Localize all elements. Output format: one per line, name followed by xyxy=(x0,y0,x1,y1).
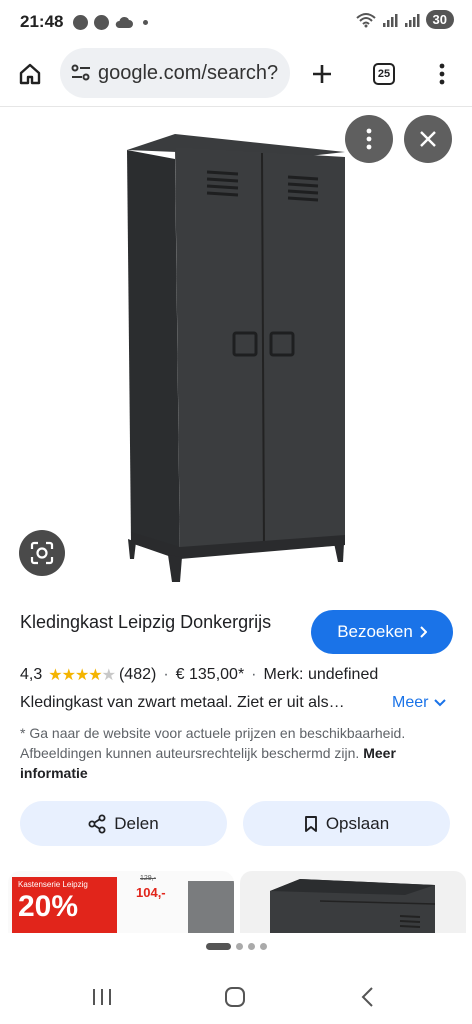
product-image-area xyxy=(0,107,472,597)
back-icon xyxy=(361,987,373,1007)
promo-old-price: 129,- xyxy=(140,875,156,882)
product-description: Kledingkast van zwart metaal. Ziet er ui… xyxy=(20,694,345,711)
chrome-icon xyxy=(73,14,89,30)
app-notification-icon xyxy=(94,14,110,30)
more-label: Meer xyxy=(392,694,429,711)
browser-toolbar: google.com/search? 25 xyxy=(0,44,472,104)
status-bar: 21:48 30 xyxy=(0,0,472,44)
product-title: Kledingkast Leipzig Donkergrijs xyxy=(20,612,272,632)
more-vert-icon xyxy=(366,128,372,150)
share-icon xyxy=(88,814,106,833)
signal-icon-2 xyxy=(404,13,420,27)
brand: Merk: undefined xyxy=(263,666,379,683)
more-notifications-icon xyxy=(143,19,149,25)
tab-switcher-button[interactable]: 25 xyxy=(364,54,404,94)
wardrobe-thumbnail xyxy=(270,879,436,933)
disclaimer-text: * Ga naar de website voor actuele prijze… xyxy=(20,725,406,761)
rating-row: 4,3 ★★★★★ (482) · € 135,00* · Merk: unde… xyxy=(20,665,378,685)
system-nav-bar xyxy=(0,970,472,1024)
google-lens-button[interactable] xyxy=(19,530,65,576)
close-icon xyxy=(420,131,436,147)
close-button[interactable] xyxy=(404,115,452,163)
wifi-icon xyxy=(355,12,376,27)
address-bar[interactable]: google.com/search? xyxy=(60,48,290,98)
description-row: Kledingkast van zwart metaal. Ziet er ui… xyxy=(20,694,452,712)
notification-icons xyxy=(73,14,149,30)
signal-icon xyxy=(382,13,398,27)
recent-apps-button[interactable] xyxy=(87,982,117,1012)
carousel-dot-active xyxy=(205,943,231,950)
promo-discount: 20% xyxy=(18,890,79,923)
back-button[interactable] xyxy=(352,982,382,1012)
home-icon xyxy=(19,63,41,85)
cloud-icon xyxy=(116,16,134,28)
tab-count: 25 xyxy=(373,63,395,85)
more-vert-icon xyxy=(439,63,445,85)
review-count: (482) xyxy=(118,666,157,683)
bookmark-icon xyxy=(304,815,317,832)
home-button[interactable] xyxy=(10,54,50,94)
new-tab-button[interactable] xyxy=(302,54,342,94)
image-options-button[interactable] xyxy=(345,115,393,163)
rating-stars: ★★★★★ xyxy=(48,667,116,684)
status-right: 30 xyxy=(355,10,454,29)
carousel-dot xyxy=(247,943,255,950)
rating-value: 4,3 xyxy=(20,666,43,683)
product-image-wardrobe[interactable] xyxy=(0,107,472,597)
share-button[interactable]: Delen xyxy=(20,801,227,846)
home-nav-icon xyxy=(225,987,245,1007)
visit-label: Bezoeken xyxy=(337,622,413,641)
browser-menu-button[interactable] xyxy=(422,54,462,94)
carousel-dot xyxy=(235,943,243,950)
chevron-down-icon xyxy=(434,699,447,707)
related-image-2[interactable] xyxy=(240,871,466,933)
disclaimer: * Ga naar de website voor actuele prijze… xyxy=(20,723,440,783)
more-button[interactable]: Meer xyxy=(392,694,447,712)
separator-dot: · xyxy=(163,666,169,683)
url-text: google.com/search? xyxy=(98,61,279,84)
visit-button[interactable]: Bezoeken xyxy=(311,610,453,654)
status-time: 21:48 xyxy=(20,12,64,31)
recent-apps-icon xyxy=(93,989,111,1005)
carousel-indicator xyxy=(0,943,472,950)
carousel-dot xyxy=(259,943,267,950)
separator-dot: · xyxy=(251,666,257,683)
promo-price: 104,- xyxy=(136,885,166,900)
plus-icon xyxy=(313,65,331,83)
promo-banner: Kastenserie Leipzig 20% xyxy=(12,877,117,933)
share-label: Delen xyxy=(114,813,159,833)
chevron-right-icon xyxy=(420,626,427,638)
battery-indicator: 30 xyxy=(425,10,454,29)
promo-product-thumbnail xyxy=(188,881,234,933)
related-image-1[interactable]: Kastenserie Leipzig 20% 104,- 129,- xyxy=(8,871,234,933)
save-label: Opslaan xyxy=(325,813,390,833)
home-nav-button[interactable] xyxy=(220,982,250,1012)
price: € 135,00* xyxy=(175,666,245,683)
save-button[interactable]: Opslaan xyxy=(243,801,450,846)
lens-icon xyxy=(30,541,54,565)
site-settings-icon xyxy=(71,64,90,81)
